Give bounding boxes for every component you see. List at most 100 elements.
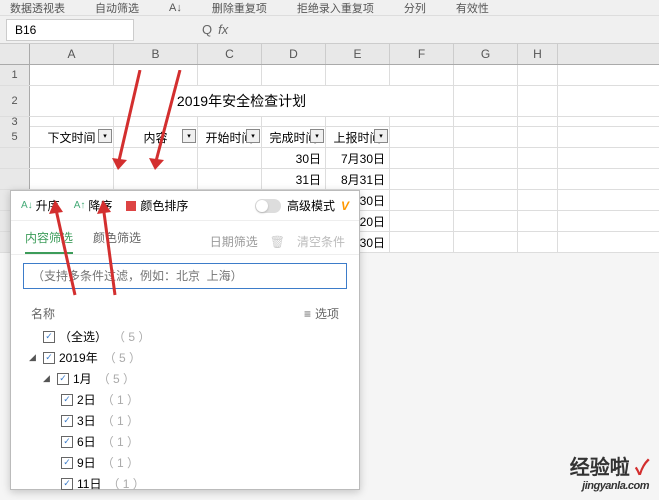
cell[interactable]: [454, 86, 518, 116]
cell[interactable]: [198, 148, 262, 168]
tree-row-day[interactable]: 9日（ 1 ）: [29, 452, 347, 473]
title-cell[interactable]: 2019年安全检查计划: [30, 86, 454, 116]
cell[interactable]: [262, 117, 326, 127]
header-cell-start[interactable]: 开始时间▾: [198, 127, 262, 147]
clear-conditions-link[interactable]: 清空条件: [297, 233, 345, 250]
col-header-G[interactable]: G: [454, 44, 518, 64]
tree-row-all[interactable]: （全选）（ 5 ）: [29, 326, 347, 347]
split-col-btn[interactable]: 分列: [404, 0, 426, 16]
col-header-A[interactable]: A: [30, 44, 114, 64]
validation-btn[interactable]: 有效性: [456, 0, 489, 16]
cell[interactable]: 31日: [262, 169, 326, 189]
header-cell-downtime[interactable]: 下文时间▾: [30, 127, 114, 147]
cell[interactable]: [390, 127, 454, 147]
col-header-C[interactable]: C: [198, 44, 262, 64]
tab-date-filter[interactable]: 日期筛选: [210, 233, 258, 250]
col-header-E[interactable]: E: [326, 44, 390, 64]
pivot-table-btn[interactable]: 数据透视表: [10, 0, 65, 16]
tab-content-filter[interactable]: 内容筛选: [25, 229, 73, 254]
filter-search-input[interactable]: [23, 263, 347, 289]
cell[interactable]: [518, 148, 558, 168]
cell[interactable]: [454, 232, 518, 252]
filter-dropdown-icon[interactable]: ▾: [374, 129, 388, 143]
cell[interactable]: [326, 117, 390, 127]
row-header[interactable]: [0, 169, 30, 189]
remove-dup-btn[interactable]: 删除重复项: [212, 0, 267, 16]
col-header-H[interactable]: H: [518, 44, 558, 64]
name-box[interactable]: B16: [6, 19, 134, 41]
cell[interactable]: 30日: [262, 148, 326, 168]
expander-icon[interactable]: ◢: [29, 352, 39, 363]
sort-btn[interactable]: A↓: [169, 2, 182, 14]
cell[interactable]: [454, 190, 518, 210]
col-header-F[interactable]: F: [390, 44, 454, 64]
checkbox[interactable]: [57, 373, 69, 385]
select-all-corner[interactable]: [0, 44, 30, 64]
filter-dropdown-icon[interactable]: ▾: [246, 129, 260, 143]
cell[interactable]: [454, 65, 518, 85]
tree-row-day[interactable]: 3日（ 1 ）: [29, 410, 347, 431]
cell[interactable]: [518, 190, 558, 210]
col-header-D[interactable]: D: [262, 44, 326, 64]
cell[interactable]: [30, 65, 114, 85]
cell[interactable]: [390, 148, 454, 168]
cell[interactable]: [30, 148, 114, 168]
cell[interactable]: [198, 117, 262, 127]
row-header[interactable]: [0, 148, 30, 168]
cell[interactable]: [454, 117, 518, 127]
advanced-mode-toggle[interactable]: 高级模式V: [255, 197, 349, 214]
cell[interactable]: [454, 169, 518, 189]
reject-dup-btn[interactable]: 拒绝录入重复项: [297, 0, 374, 16]
tab-color-filter[interactable]: 颜色筛选: [93, 229, 141, 254]
cell[interactable]: [454, 127, 518, 147]
fx-icon[interactable]: fx: [218, 22, 228, 37]
cell[interactable]: [518, 232, 558, 252]
cell[interactable]: [114, 148, 198, 168]
cell[interactable]: [518, 211, 558, 231]
cell[interactable]: [198, 65, 262, 85]
cell[interactable]: 7月30日: [326, 148, 390, 168]
cell[interactable]: [454, 148, 518, 168]
checkbox[interactable]: [61, 478, 73, 490]
row-header-1[interactable]: 1: [0, 65, 30, 85]
row-header-5[interactable]: 5: [0, 127, 30, 147]
tree-row-day[interactable]: 6日（ 1 ）: [29, 431, 347, 452]
cell[interactable]: [518, 127, 558, 147]
cell[interactable]: [198, 169, 262, 189]
header-cell-report[interactable]: 上报时间▾: [326, 127, 390, 147]
expander-icon[interactable]: ◢: [43, 373, 53, 384]
filter-dropdown-icon[interactable]: ▾: [182, 129, 196, 143]
search-icon[interactable]: Q: [202, 22, 212, 37]
tree-row-month[interactable]: ◢1月（ 5 ）: [29, 368, 347, 389]
cell[interactable]: [262, 65, 326, 85]
header-cell-content[interactable]: 内容▾: [114, 127, 198, 147]
checkbox[interactable]: [61, 415, 73, 427]
sort-desc-button[interactable]: A↑降序: [74, 197, 113, 214]
sort-asc-button[interactable]: A↓升序: [21, 197, 60, 214]
cell[interactable]: [518, 169, 558, 189]
cell[interactable]: [518, 117, 558, 127]
checkbox[interactable]: [61, 394, 73, 406]
checkbox[interactable]: [43, 352, 55, 364]
cell[interactable]: [390, 65, 454, 85]
cell[interactable]: [454, 211, 518, 231]
cell[interactable]: [30, 117, 114, 127]
col-header-B[interactable]: B: [114, 44, 198, 64]
checkbox[interactable]: [43, 331, 55, 343]
color-sort-button[interactable]: 颜色排序: [126, 197, 188, 214]
cell[interactable]: [114, 65, 198, 85]
cell[interactable]: [390, 211, 454, 231]
row-header-3[interactable]: 3: [0, 117, 30, 127]
filter-dropdown-icon[interactable]: ▾: [98, 129, 112, 143]
header-cell-end[interactable]: 完成时间▾: [262, 127, 326, 147]
tree-row-day[interactable]: 2日（ 1 ）: [29, 389, 347, 410]
tree-row-year[interactable]: ◢2019年（ 5 ）: [29, 347, 347, 368]
auto-filter-btn[interactable]: 自动筛选: [95, 0, 139, 16]
filter-dropdown-icon[interactable]: ▾: [310, 129, 324, 143]
checkbox[interactable]: [61, 457, 73, 469]
cell[interactable]: [518, 65, 558, 85]
cell[interactable]: [114, 169, 198, 189]
checkbox[interactable]: [61, 436, 73, 448]
cell[interactable]: 8月31日: [326, 169, 390, 189]
cell[interactable]: [390, 190, 454, 210]
